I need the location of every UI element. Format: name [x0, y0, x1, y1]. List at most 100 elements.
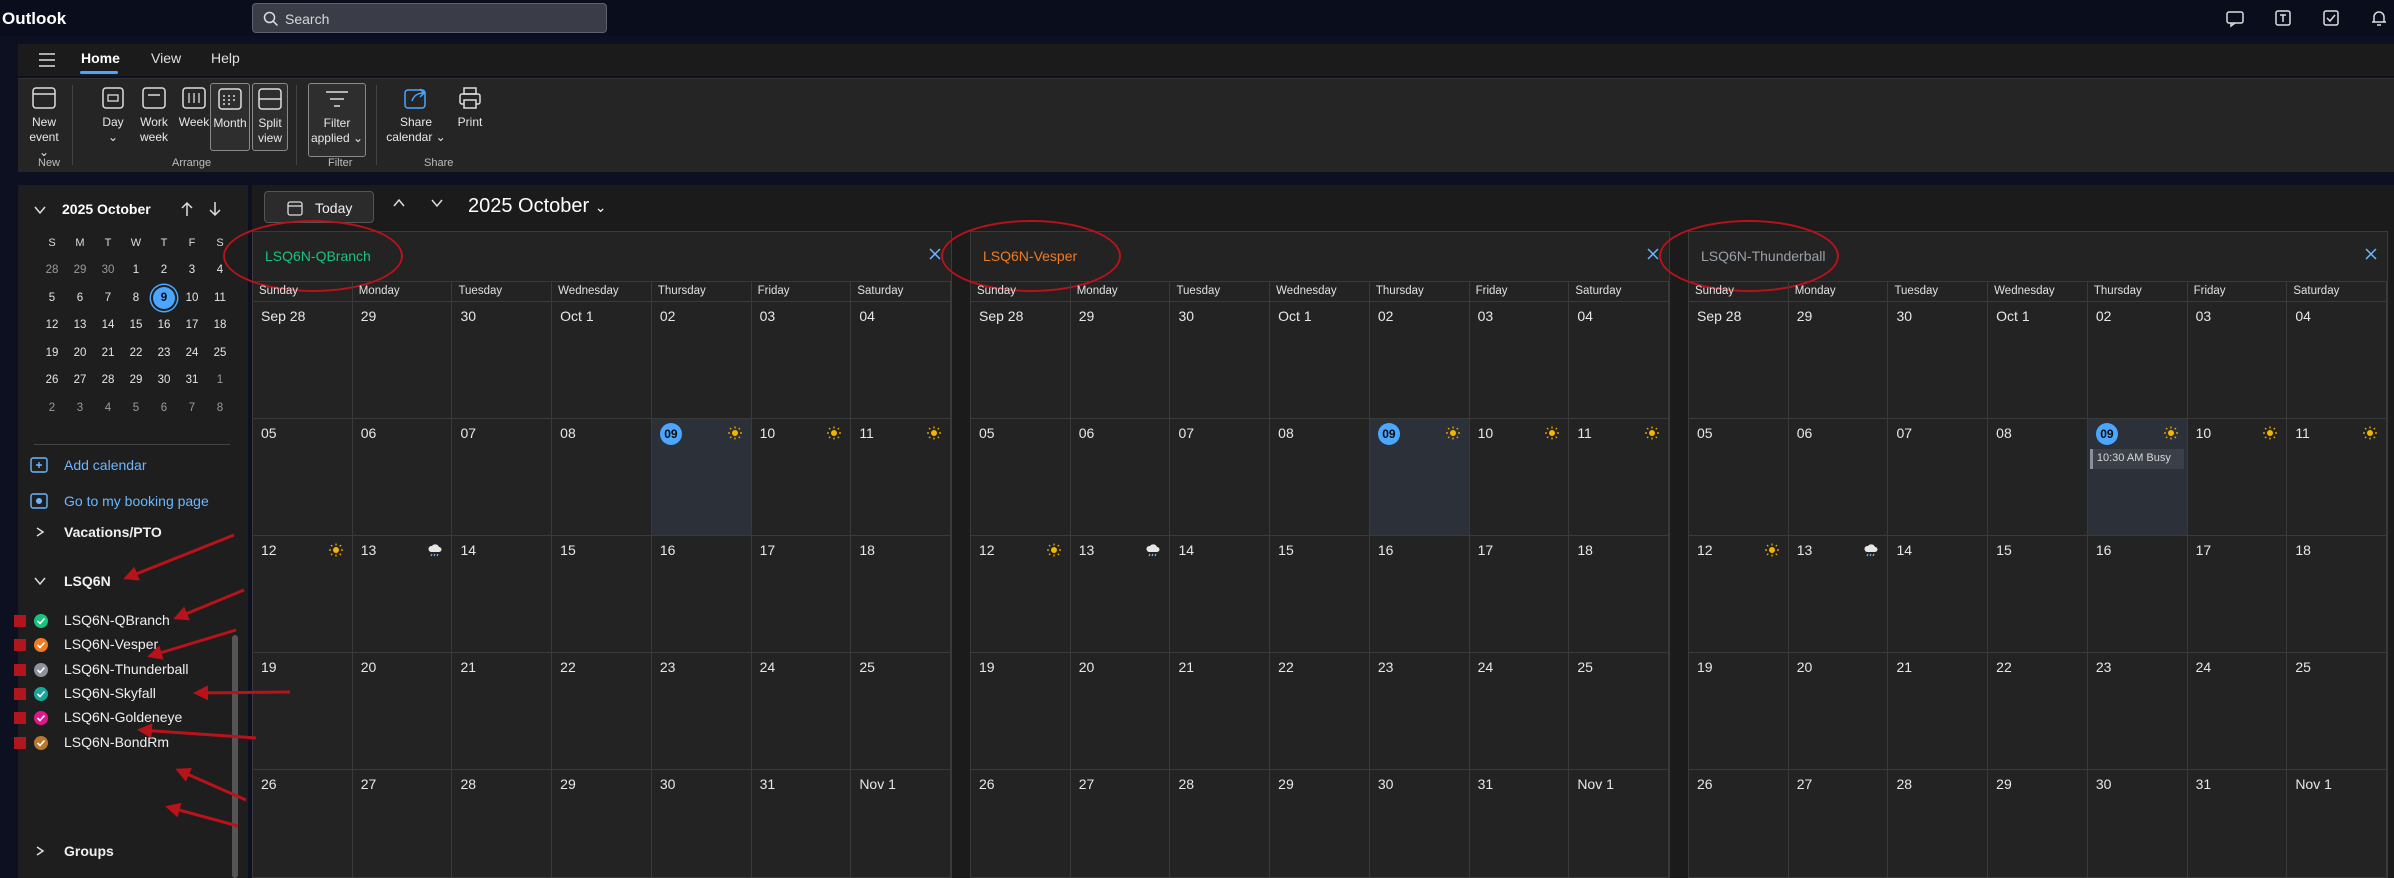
mini-day[interactable]: 5	[38, 292, 66, 304]
add-calendar-link[interactable]: Add calendar	[64, 457, 147, 473]
day-cell[interactable]: 20	[1071, 653, 1171, 769]
day-cell[interactable]: Sep 28	[971, 302, 1071, 418]
mini-day[interactable]: 29	[122, 374, 150, 386]
month-picker[interactable]: 2025 October ⌄	[468, 195, 607, 218]
mini-day[interactable]: 24	[178, 347, 206, 359]
day-cell[interactable]: 05	[253, 419, 353, 535]
day-cell[interactable]: 04	[2287, 302, 2388, 418]
day-cell[interactable]: 06	[1789, 419, 1889, 535]
mini-day[interactable]: 15	[122, 319, 150, 331]
day-cell[interactable]: 09	[651, 419, 752, 535]
day-cell[interactable]: 16	[2088, 536, 2188, 652]
day-cell[interactable]: 20	[353, 653, 453, 769]
day-cell[interactable]: 29	[1789, 302, 1889, 418]
mini-day[interactable]: 28	[38, 264, 66, 276]
day-cell[interactable]: 19	[1689, 653, 1789, 769]
day-cell[interactable]: 29	[1988, 770, 2088, 878]
day-cell[interactable]: 19	[253, 653, 353, 769]
day-cell[interactable]: 05	[1689, 419, 1789, 535]
day-cell[interactable]: 04	[1569, 302, 1670, 418]
arrow-up-icon[interactable]	[180, 201, 194, 217]
mini-day[interactable]: 4	[94, 402, 122, 414]
mini-day[interactable]: 27	[66, 374, 94, 386]
mini-day[interactable]: 9	[150, 286, 178, 309]
mini-day[interactable]: 1	[206, 374, 234, 386]
day-cell[interactable]: 15	[1270, 536, 1370, 652]
day-cell[interactable]: 31	[752, 770, 852, 878]
day-cell[interactable]: 07	[1170, 419, 1271, 535]
calendar-checkbox[interactable]	[34, 614, 48, 628]
day-cell[interactable]: 30	[1370, 770, 1470, 878]
mini-day[interactable]: 26	[38, 374, 66, 386]
day-cell[interactable]: Oct 1	[1270, 302, 1370, 418]
tab-view[interactable]: View	[151, 50, 181, 66]
mini-day[interactable]: 6	[66, 292, 94, 304]
chevron-down-icon[interactable]	[430, 197, 444, 209]
mini-day[interactable]: 11	[206, 292, 234, 304]
day-cell[interactable]: 20	[1789, 653, 1889, 769]
mini-day[interactable]: 23	[150, 347, 178, 359]
day-cell[interactable]: 29	[552, 770, 652, 878]
day-cell[interactable]: 28	[1888, 770, 1989, 878]
day-cell[interactable]: 18	[851, 536, 952, 652]
day-cell[interactable]: 17	[1470, 536, 1570, 652]
day-cell[interactable]: 30	[1170, 302, 1271, 418]
mini-day[interactable]: 2	[38, 402, 66, 414]
day-cell[interactable]: 26	[253, 770, 353, 878]
booking-page-link[interactable]: Go to my booking page	[64, 493, 209, 509]
day-cell[interactable]: 08	[1270, 419, 1370, 535]
day-cell[interactable]: 30	[2088, 770, 2188, 878]
day-cell[interactable]: 25	[1569, 653, 1670, 769]
day-cell[interactable]: Sep 28	[1689, 302, 1789, 418]
mini-day[interactable]: 7	[94, 292, 122, 304]
day-cell[interactable]: 18	[1569, 536, 1670, 652]
calendar-item-label[interactable]: LSQ6N-Thunderball	[64, 661, 189, 677]
calendar-checkbox[interactable]	[34, 735, 48, 750]
day-cell[interactable]: 16	[652, 536, 752, 652]
day-cell[interactable]: 17	[2188, 536, 2288, 652]
day-cell[interactable]: Nov 1	[851, 770, 952, 878]
day-cell[interactable]: 22	[1270, 653, 1370, 769]
day-cell[interactable]: 26	[971, 770, 1071, 878]
day-cell[interactable]: Oct 1	[552, 302, 652, 418]
menu-icon[interactable]	[38, 52, 56, 68]
tab-help[interactable]: Help	[211, 50, 240, 66]
day-cell[interactable]: 08	[1988, 419, 2088, 535]
day-cell[interactable]: 12	[1689, 536, 1789, 652]
calendar-checkbox[interactable]	[34, 662, 48, 677]
day-cell[interactable]: Nov 1	[2287, 770, 2388, 878]
mini-day[interactable]: 3	[66, 402, 94, 414]
day-cell[interactable]: 24	[1470, 653, 1570, 769]
day-cell[interactable]: 05	[971, 419, 1071, 535]
mini-day[interactable]: 31	[178, 374, 206, 386]
calendar-item-label[interactable]: LSQ6N-Skyfall	[64, 685, 156, 701]
sidebar-scrollbar[interactable]	[232, 635, 238, 878]
day-cell[interactable]: 03	[752, 302, 852, 418]
calendar-checkbox[interactable]	[34, 711, 48, 726]
work-week-button[interactable]: Work week	[136, 83, 172, 145]
mini-day[interactable]: 14	[94, 319, 122, 331]
mini-day[interactable]: 6	[150, 402, 178, 414]
teams-icon[interactable]	[2273, 8, 2293, 28]
groups-section[interactable]: Groups	[64, 843, 114, 859]
mini-day[interactable]: 5	[122, 402, 150, 414]
day-cell[interactable]: 21	[1170, 653, 1271, 769]
split-view-button[interactable]: Split view	[252, 83, 288, 151]
bell-icon[interactable]	[2369, 8, 2389, 28]
day-cell[interactable]: 14	[1170, 536, 1271, 652]
mini-day[interactable]: 1	[122, 264, 150, 276]
mini-day[interactable]: 16	[150, 319, 178, 331]
mini-day[interactable]: 17	[178, 319, 206, 331]
mini-day[interactable]: 21	[94, 347, 122, 359]
day-cell[interactable]: 30	[452, 302, 553, 418]
mini-day[interactable]: 18	[206, 319, 234, 331]
mini-day[interactable]: 29	[66, 264, 94, 276]
chevron-down-icon[interactable]	[34, 205, 46, 215]
day-cell[interactable]: 08	[552, 419, 652, 535]
mini-day[interactable]: 8	[206, 402, 234, 414]
day-cell[interactable]: 25	[2287, 653, 2388, 769]
mini-day[interactable]: 28	[94, 374, 122, 386]
mini-day[interactable]: 20	[66, 347, 94, 359]
day-cell[interactable]: 11	[1569, 419, 1670, 535]
mini-day[interactable]: 7	[178, 402, 206, 414]
